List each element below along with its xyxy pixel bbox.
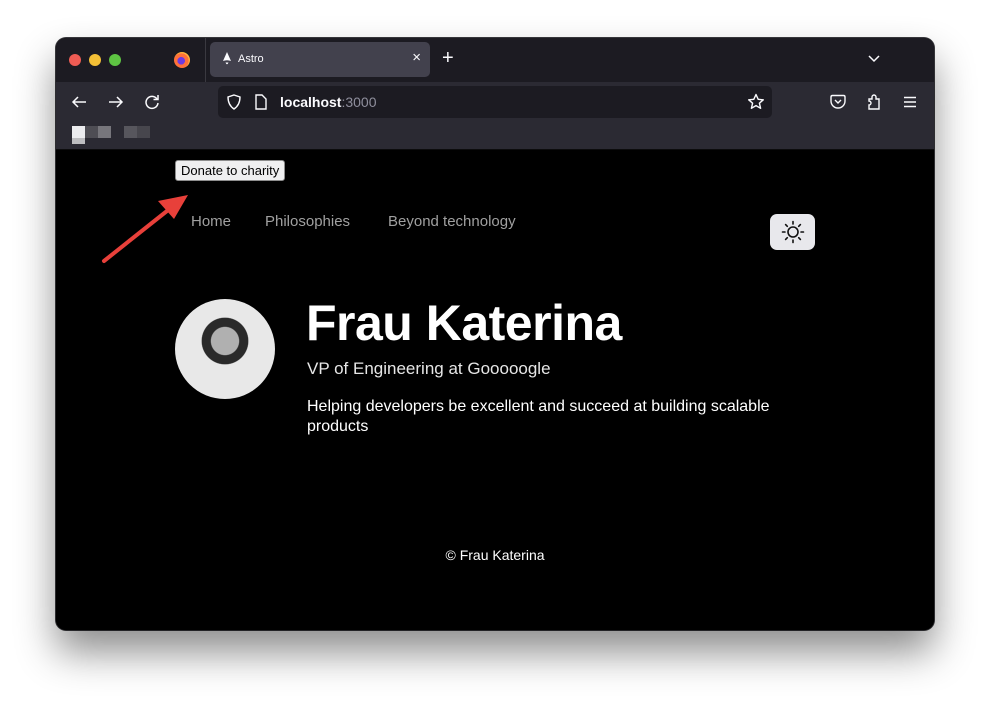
page-content: Donate to charity Home Philosophies Beyo… [56,151,934,630]
tab-separator [205,38,206,82]
page-icon[interactable] [254,94,268,110]
astro-icon [223,52,231,65]
pocket-icon[interactable] [829,93,847,111]
profile-name: Frau Katerina [306,295,622,351]
browser-window: Astro × + localhost:3000 Donate to chari… [56,38,934,630]
theme-toggle-button[interactable] [770,214,815,250]
shield-icon[interactable] [226,94,242,110]
bookmark-favicon-blurred [72,138,85,144]
window-minimize-button[interactable] [89,54,101,66]
url-host: localhost [280,94,342,110]
close-icon[interactable]: × [412,49,421,66]
sun-icon [781,220,805,244]
url-bar[interactable]: localhost:3000 [218,86,772,118]
tab-strip: Astro × + [56,38,934,82]
profile-role: VP of Engineering at Gooooogle [307,359,551,378]
tab-title: Astro [238,53,264,65]
reload-icon[interactable] [143,93,161,111]
nav-link-philosophies[interactable]: Philosophies [265,213,350,230]
annotation-arrow [102,195,188,263]
arrow-left-icon[interactable] [70,93,88,111]
profile-avatar [175,299,275,399]
donate-button[interactable]: Donate to charity [175,160,286,181]
nav-link-home[interactable]: Home [191,213,231,230]
window-close-button[interactable] [69,54,81,66]
bookmark-blurred[interactable] [124,126,137,138]
tab-astro[interactable]: Astro × [210,42,430,77]
url-port: :3000 [341,94,377,110]
profile-bio: Helping developers be excellent and succ… [307,398,770,435]
arrow-right-icon[interactable] [107,93,125,111]
bookmark-label-blurred [85,126,98,138]
bookmark-label-blurred [98,126,111,138]
star-icon[interactable] [747,93,765,111]
chevron-down-icon[interactable] [866,50,882,66]
nav-link-beyond-technology[interactable]: Beyond technology [388,213,516,230]
new-tab-button[interactable]: + [442,48,454,68]
bookmark-blurred [137,126,150,138]
bookmark-favicon-blurred[interactable] [72,126,85,138]
footer-copyright: © Frau Katerina [445,547,545,563]
window-maximize-button[interactable] [109,54,121,66]
navigation-toolbar: localhost:3000 [56,82,934,122]
hamburger-icon[interactable] [901,93,919,111]
puzzle-icon[interactable] [865,93,883,111]
url-text[interactable]: localhost:3000 [280,94,377,110]
bookmarks-toolbar [56,122,934,150]
firefox-icon[interactable] [174,52,190,68]
